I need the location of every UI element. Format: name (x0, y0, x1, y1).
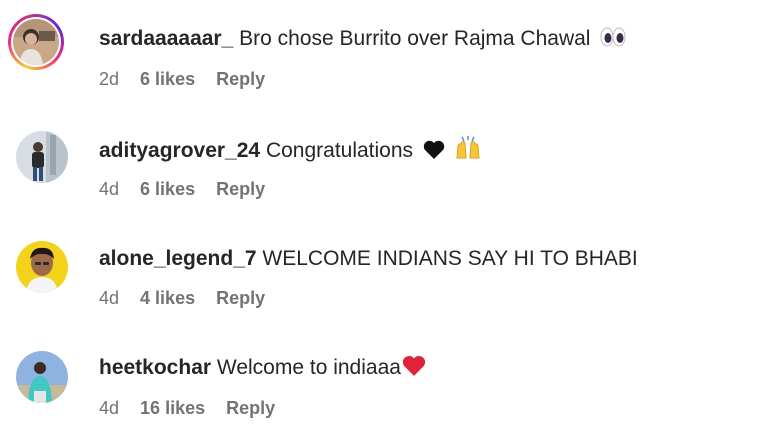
username-link[interactable]: heetkochar (99, 356, 211, 379)
likes-count[interactable]: 4 likes (140, 288, 195, 308)
comment-meta: 4d 16 likes Reply (99, 397, 291, 419)
avatar[interactable] (16, 351, 70, 405)
comment-time: 4d (99, 179, 120, 199)
comment-text-line: adityagrover_24 Congratulations (99, 136, 481, 167)
comment-body: Congratulations (265, 139, 414, 162)
raised-hands-icon (455, 136, 481, 167)
reply-button[interactable]: Reply (216, 69, 265, 89)
avatar[interactable] (16, 131, 70, 185)
comment-item: adityagrover_24 Congratulations 4d 6 lik… (0, 110, 763, 210)
avatar[interactable] (8, 14, 70, 76)
likes-count[interactable]: 6 likes (140, 69, 195, 89)
reply-button[interactable]: Reply (216, 288, 265, 308)
username-link[interactable]: alone_legend_7 (99, 247, 257, 270)
comment-item: alone_legend_7 WELCOME INDIANS SAY HI TO… (0, 220, 763, 320)
likes-count[interactable]: 6 likes (140, 179, 195, 199)
avatar-image (16, 131, 68, 183)
comment-time: 4d (99, 288, 120, 308)
likes-count[interactable]: 16 likes (140, 398, 205, 418)
comments-list: sardaaaaaar_ Bro chose Burrito over Rajm… (0, 0, 763, 442)
username-link[interactable]: adityagrover_24 (99, 139, 260, 162)
comment-text-line: alone_legend_7 WELCOME INDIANS SAY HI TO… (99, 246, 638, 272)
comment-text-line: heetkochar Welcome to indiaaa (99, 355, 426, 384)
comment-meta: 2d 6 likes Reply (99, 68, 281, 90)
comment-item: sardaaaaaar_ Bro chose Burrito over Rajm… (0, 0, 763, 100)
comment-body: Bro chose Burrito over Rajma Chawal (239, 27, 591, 50)
comment-meta: 4d 4 likes Reply (99, 287, 281, 309)
comment-time: 2d (99, 69, 120, 89)
username-link[interactable]: sardaaaaaar_ (99, 27, 233, 50)
comment-item: heetkochar Welcome to indiaaa 4d 16 like… (0, 330, 763, 430)
story-ring[interactable] (8, 14, 64, 70)
avatar-image (16, 351, 68, 403)
comment-text-line: sardaaaaaar_ Bro chose Burrito over Rajm… (99, 26, 626, 55)
red-heart-icon (402, 355, 426, 384)
black-heart-icon (423, 140, 445, 167)
comment-time: 4d (99, 398, 120, 418)
reply-button[interactable]: Reply (216, 179, 265, 199)
comment-body: Welcome to indiaaa (216, 356, 401, 379)
comment-body: WELCOME INDIANS SAY HI TO BHABI (262, 247, 638, 270)
reply-button[interactable]: Reply (226, 398, 275, 418)
avatar[interactable] (16, 241, 70, 295)
avatar-image (16, 241, 68, 293)
eyes-emoji-icon (600, 26, 626, 55)
avatar-image (13, 19, 59, 65)
comment-meta: 4d 6 likes Reply (99, 178, 281, 200)
